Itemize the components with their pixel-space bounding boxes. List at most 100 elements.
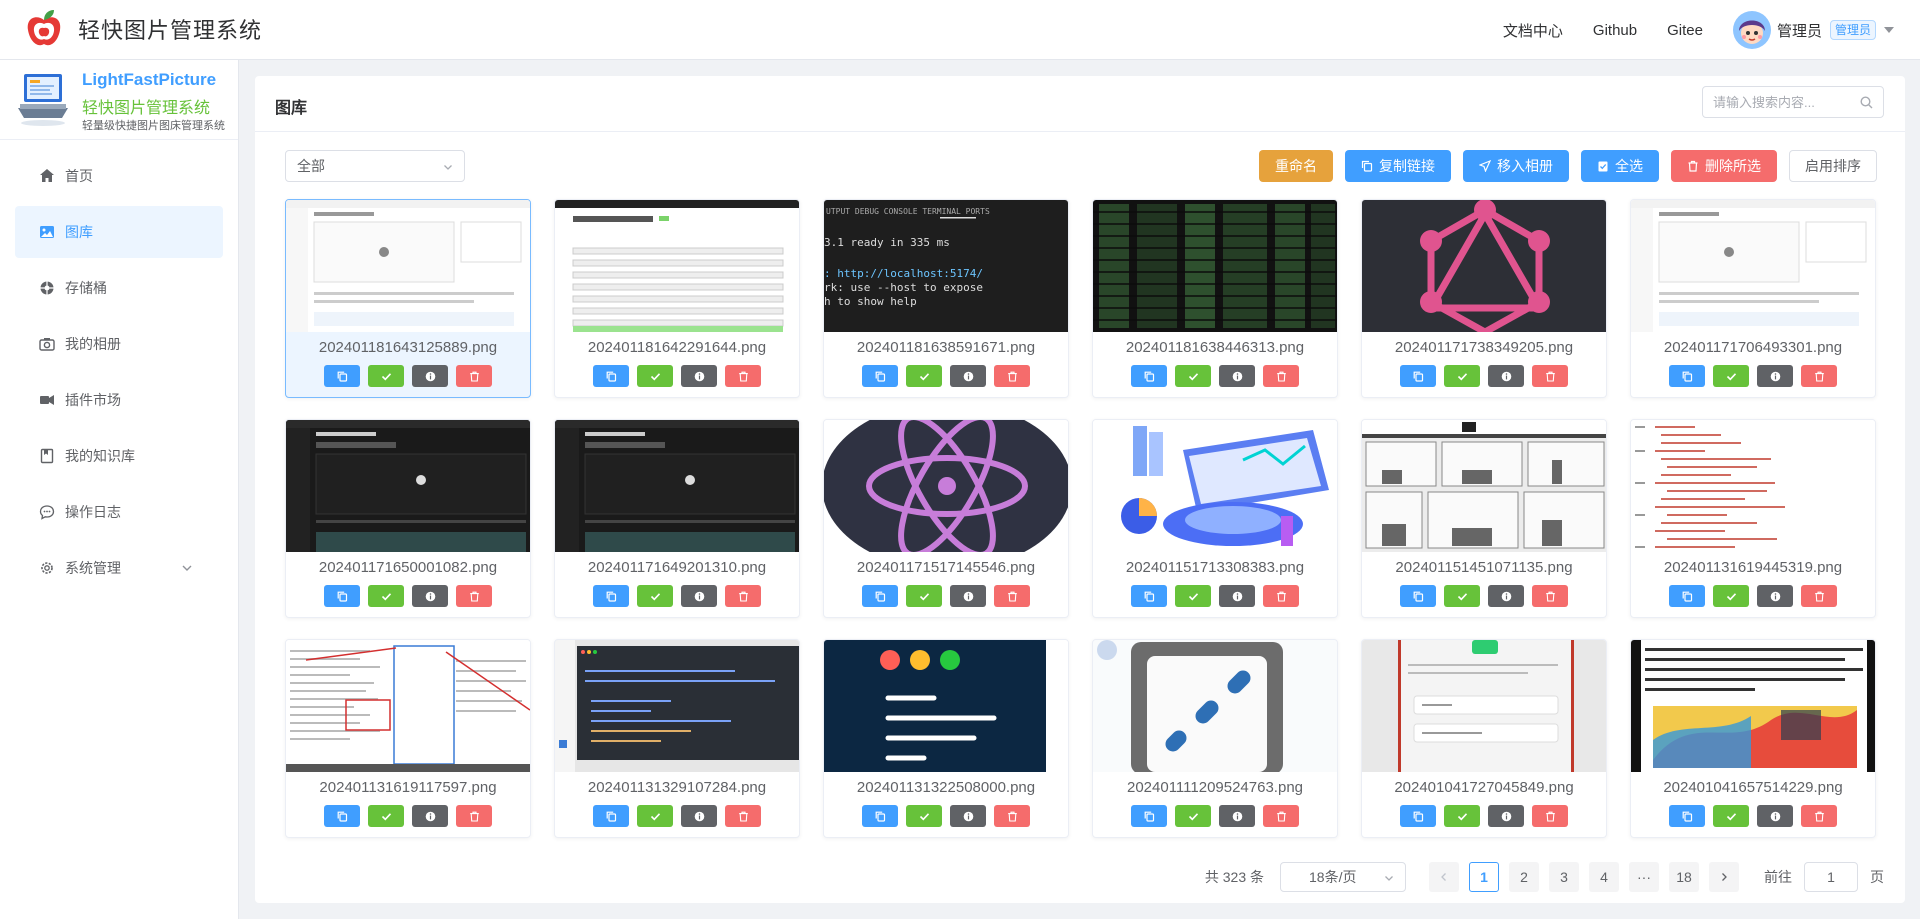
image-thumbnail[interactable]	[824, 640, 1068, 772]
sidebar-item-plugins[interactable]: 插件市场	[15, 374, 223, 426]
search-box[interactable]	[1702, 86, 1884, 118]
image-card[interactable]: 202401171738349205.png	[1361, 199, 1607, 398]
delete-button[interactable]	[725, 585, 761, 607]
image-card[interactable]: 202401171649201310.png	[554, 419, 800, 618]
copy-link-button[interactable]: 复制链接	[1345, 150, 1451, 182]
image-thumbnail[interactable]: UTPUT DEBUG CONSOLE TERMINAL PORTS 3.1 re…	[824, 200, 1068, 332]
copy-link-button[interactable]	[324, 805, 360, 827]
image-thumbnail[interactable]	[1631, 640, 1875, 772]
delete-button[interactable]	[1801, 365, 1837, 387]
info-button[interactable]	[1757, 805, 1793, 827]
image-card[interactable]: 202401181642291644.png	[554, 199, 800, 398]
delete-button[interactable]	[994, 365, 1030, 387]
image-card[interactable]: 202401131619117597.png	[285, 639, 531, 838]
image-thumbnail[interactable]	[1093, 420, 1337, 552]
image-card[interactable]: 202401111209524763.png	[1092, 639, 1338, 838]
image-thumbnail[interactable]	[555, 640, 799, 772]
image-card[interactable]: 202401041727045849.png	[1361, 639, 1607, 838]
info-button[interactable]	[1219, 365, 1255, 387]
image-card[interactable]: 202401171650001082.png	[285, 419, 531, 618]
delete-button[interactable]	[1801, 805, 1837, 827]
delete-button[interactable]	[1263, 585, 1299, 607]
copy-link-button[interactable]	[324, 365, 360, 387]
delete-button[interactable]	[1532, 365, 1568, 387]
image-thumbnail[interactable]	[286, 420, 530, 552]
delete-selected-button[interactable]: 删除所选	[1671, 150, 1777, 182]
search-icon[interactable]	[1860, 96, 1873, 109]
delete-button[interactable]	[725, 805, 761, 827]
copy-link-button[interactable]	[1669, 805, 1705, 827]
image-thumbnail[interactable]	[286, 640, 530, 772]
info-button[interactable]	[1219, 585, 1255, 607]
image-card[interactable]: 202401151451071135.png	[1361, 419, 1607, 618]
brand[interactable]: 轻快图片管理系统	[24, 8, 262, 50]
delete-button[interactable]	[1801, 585, 1837, 607]
image-thumbnail[interactable]	[1362, 420, 1606, 552]
image-card[interactable]: 202401131322508000.png	[823, 639, 1069, 838]
copy-link-button[interactable]	[593, 805, 629, 827]
info-button[interactable]	[681, 365, 717, 387]
copy-link-button[interactable]	[1669, 365, 1705, 387]
image-thumbnail[interactable]	[1631, 200, 1875, 332]
info-button[interactable]	[1757, 585, 1793, 607]
copy-link-button[interactable]	[593, 585, 629, 607]
info-button[interactable]	[950, 365, 986, 387]
info-button[interactable]	[681, 585, 717, 607]
select-button[interactable]	[1444, 585, 1480, 607]
select-button[interactable]	[368, 805, 404, 827]
select-button[interactable]	[637, 365, 673, 387]
delete-button[interactable]	[1532, 805, 1568, 827]
copy-link-button[interactable]	[1400, 585, 1436, 607]
nav-link-github[interactable]: Github	[1593, 22, 1637, 39]
select-button[interactable]	[1444, 805, 1480, 827]
select-button[interactable]	[906, 585, 942, 607]
filter-select[interactable]: 全部	[285, 150, 465, 182]
delete-button[interactable]	[994, 585, 1030, 607]
select-button[interactable]	[1713, 805, 1749, 827]
delete-button[interactable]	[1263, 805, 1299, 827]
select-all-button[interactable]: 全选	[1581, 150, 1659, 182]
info-button[interactable]	[1488, 805, 1524, 827]
image-card[interactable]: 202401171517145546.png	[823, 419, 1069, 618]
copy-link-button[interactable]	[324, 585, 360, 607]
delete-button[interactable]	[1532, 585, 1568, 607]
select-button[interactable]	[368, 585, 404, 607]
info-button[interactable]	[950, 585, 986, 607]
next-page-button[interactable]	[1709, 862, 1739, 892]
delete-button[interactable]	[1263, 365, 1299, 387]
page-button[interactable]: 18	[1669, 862, 1699, 892]
select-button[interactable]	[906, 805, 942, 827]
info-button[interactable]	[1219, 805, 1255, 827]
move-to-album-button[interactable]: 移入相册	[1463, 150, 1569, 182]
select-button[interactable]	[1175, 585, 1211, 607]
select-button[interactable]	[1444, 365, 1480, 387]
nav-link-gitee[interactable]: Gitee	[1667, 22, 1703, 39]
delete-button[interactable]	[994, 805, 1030, 827]
image-card[interactable]: 202401131619445319.png	[1630, 419, 1876, 618]
image-thumbnail[interactable]	[1093, 640, 1337, 772]
image-thumbnail[interactable]	[286, 200, 530, 332]
nav-link-docs[interactable]: 文档中心	[1503, 20, 1563, 41]
info-button[interactable]	[412, 365, 448, 387]
copy-link-button[interactable]	[862, 805, 898, 827]
image-thumbnail[interactable]	[1093, 200, 1337, 332]
image-card[interactable]: 202401131329107284.png	[554, 639, 800, 838]
sidebar-item-knowledge[interactable]: 我的知识库	[15, 430, 223, 482]
user-menu[interactable]: 管理员 管理员	[1732, 11, 1894, 49]
image-thumbnail[interactable]	[1362, 200, 1606, 332]
info-button[interactable]	[1488, 365, 1524, 387]
image-card[interactable]: UTPUT DEBUG CONSOLE TERMINAL PORTS 3.1 re…	[823, 199, 1069, 398]
delete-button[interactable]	[456, 365, 492, 387]
copy-link-button[interactable]	[1131, 585, 1167, 607]
sidebar-item-gallery[interactable]: 图库	[15, 206, 223, 258]
sidebar-item-home[interactable]: 首页	[15, 150, 223, 202]
copy-link-button[interactable]	[1131, 805, 1167, 827]
copy-link-button[interactable]	[1131, 365, 1167, 387]
info-button[interactable]	[412, 585, 448, 607]
delete-button[interactable]	[456, 805, 492, 827]
select-button[interactable]	[637, 585, 673, 607]
info-button[interactable]	[681, 805, 717, 827]
search-input[interactable]	[1713, 87, 1863, 117]
select-button[interactable]	[1713, 585, 1749, 607]
info-button[interactable]	[1488, 585, 1524, 607]
